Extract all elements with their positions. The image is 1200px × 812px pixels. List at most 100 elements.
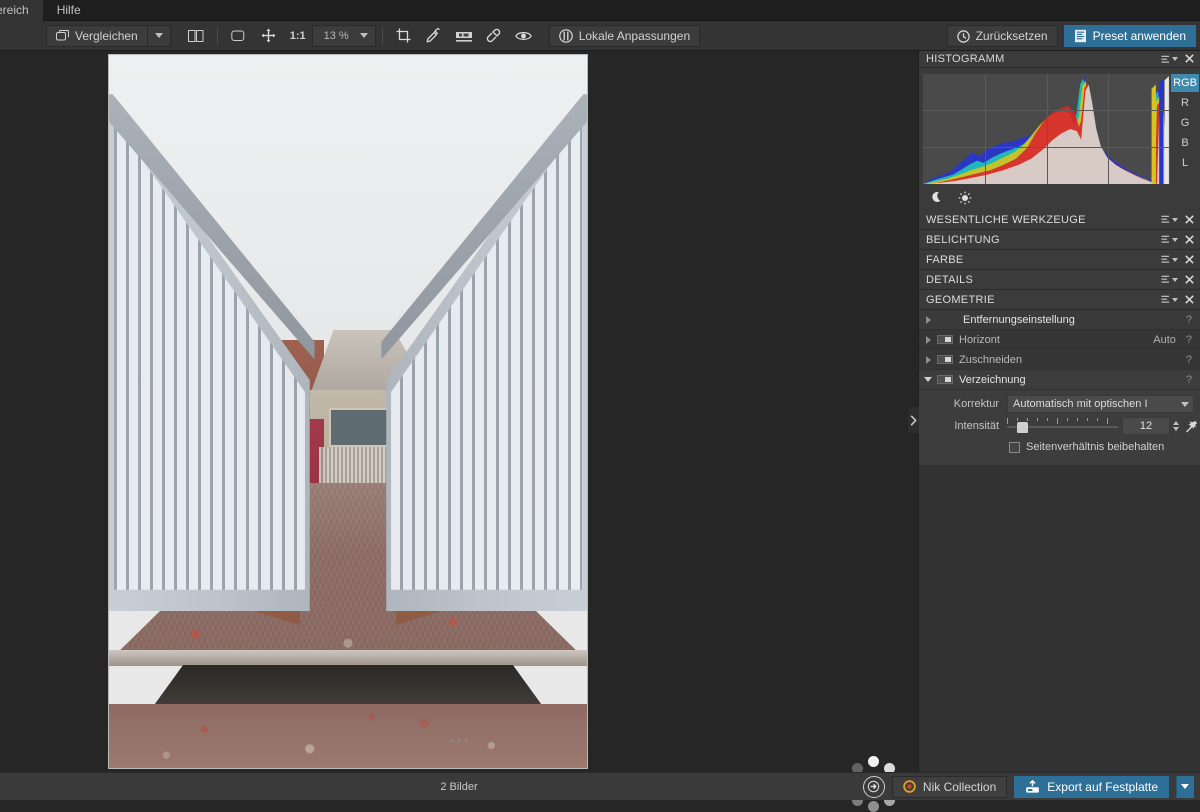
geometry-row-crop[interactable]: Zuschneiden ?	[919, 350, 1200, 370]
repair-tool-button[interactable]	[449, 24, 479, 48]
eraser-icon	[486, 28, 501, 43]
distortion-controls: Korrektur Automatisch mit optischen I In…	[919, 390, 1200, 465]
intensity-value-input[interactable]: 12	[1122, 417, 1170, 435]
local-adjustments-button[interactable]: Lokale Anpassungen	[548, 24, 701, 47]
histogram-close-button[interactable]	[1185, 52, 1194, 66]
histogram-plot	[923, 74, 1170, 184]
close-icon	[1185, 274, 1194, 284]
section-geometry[interactable]: GEOMETRIE	[919, 290, 1200, 310]
reset-button[interactable]: Zurücksetzen	[946, 25, 1058, 47]
help-icon[interactable]: ?	[1186, 354, 1192, 366]
zoom-level-value: 13 %	[323, 29, 349, 42]
chevron-down-icon	[1172, 217, 1178, 222]
horizon-auto-button[interactable]: Auto	[1153, 334, 1176, 346]
geometry-row-distortion[interactable]: Verzeichnung ?	[919, 370, 1200, 390]
section-color[interactable]: FARBE	[919, 250, 1200, 270]
compare-dropdown-button[interactable]	[148, 26, 170, 46]
keep-aspect-checkbox[interactable]	[1009, 441, 1020, 453]
local-adjustments-label: Lokale Anpassungen	[578, 28, 691, 43]
zoom-level-select[interactable]: 13 %	[311, 24, 376, 47]
section-close-button[interactable]	[1185, 233, 1194, 247]
expand-arrow[interactable]	[919, 315, 937, 324]
crop-tool-button[interactable]	[389, 24, 419, 48]
geometry-row-label: Entfernungseinstellung	[963, 313, 1075, 326]
highlight-clipping-button[interactable]	[958, 191, 972, 208]
panel-menu-icon	[1161, 255, 1169, 263]
geometry-row-horizon[interactable]: Horizont Auto ?	[919, 330, 1200, 350]
section-close-button[interactable]	[1185, 253, 1194, 267]
drag-handle-icon	[457, 739, 461, 742]
export-options-button[interactable]	[1176, 775, 1194, 798]
menu-item-workspace[interactable]: ereich	[0, 0, 43, 21]
menu-item-help[interactable]: Hilfe	[43, 0, 95, 21]
help-icon[interactable]: ?	[1186, 334, 1192, 346]
histogram-channel-r[interactable]: R	[1171, 94, 1199, 112]
histogram-menu-button[interactable]	[1161, 55, 1178, 64]
image-canvas[interactable]	[0, 51, 918, 812]
histogram-grid	[923, 74, 1170, 184]
preview-toggle-button[interactable]	[509, 24, 539, 48]
section-exposure[interactable]: BELICHTUNG	[919, 230, 1200, 250]
section-close-button[interactable]	[1185, 213, 1194, 227]
auto-intensity-button[interactable]	[1182, 420, 1200, 433]
collapse-arrow[interactable]	[919, 377, 937, 382]
expand-arrow[interactable]	[919, 355, 937, 364]
drag-handle-icon	[450, 739, 454, 742]
keep-aspect-row[interactable]: Seitenverhältnis beibehalten	[919, 437, 1200, 457]
compare-button[interactable]: Vergleichen	[47, 26, 147, 46]
intensity-stepper[interactable]	[1170, 421, 1182, 431]
shadow-clipping-button[interactable]	[931, 191, 944, 207]
pan-button[interactable]	[254, 24, 284, 48]
nik-collection-button[interactable]: Nik Collection	[891, 775, 1008, 798]
chevron-down-icon	[1181, 401, 1189, 407]
present-arrow-icon	[868, 780, 880, 793]
eyedropper-tool-button[interactable]	[419, 24, 449, 48]
section-menu-button[interactable]	[1161, 235, 1178, 244]
toolbar-separator	[216, 26, 218, 45]
section-close-button[interactable]	[1185, 293, 1194, 307]
split-view-icon	[187, 29, 204, 42]
geometry-row-distance-setting[interactable]: Entfernungseinstellung ?	[919, 310, 1200, 330]
help-icon[interactable]: ?	[1186, 374, 1192, 386]
geometry-row-right: Auto ?	[1153, 334, 1192, 346]
toolbar-right-group: Zurücksetzen Preset anwenden	[946, 21, 1196, 51]
intensity-slider[interactable]	[1007, 416, 1118, 436]
crop-toggle[interactable]	[937, 355, 953, 364]
chevron-down-icon	[1172, 57, 1178, 61]
histogram-channel-l[interactable]: L	[1171, 154, 1199, 172]
distortion-toggle[interactable]	[937, 375, 953, 384]
apply-preset-button[interactable]: Preset anwenden	[1063, 25, 1196, 47]
eye-preview-icon	[515, 31, 533, 40]
fit-screen-button[interactable]	[224, 24, 254, 48]
section-close-button[interactable]	[1185, 273, 1194, 287]
compare-button-group: Vergleichen	[46, 24, 171, 47]
section-menu-button[interactable]	[1161, 255, 1178, 264]
correction-select[interactable]: Automatisch mit optischen I	[1007, 395, 1194, 413]
apply-preset-label: Preset anwenden	[1092, 29, 1186, 43]
filmstrip-drag-handle[interactable]	[450, 739, 468, 742]
section-details[interactable]: DETAILS	[919, 270, 1200, 290]
photo-preview[interactable]	[108, 54, 588, 769]
section-essential-tools[interactable]: WESENTLICHE WERKZEUGE	[919, 210, 1200, 230]
panel-collapse-button[interactable]	[907, 406, 919, 434]
section-menu-button[interactable]	[1161, 295, 1178, 304]
chevron-down-icon	[1172, 257, 1178, 262]
histogram-channel-g[interactable]: G	[1171, 114, 1199, 132]
expand-arrow[interactable]	[919, 335, 937, 344]
histogram-channel-b[interactable]: B	[1171, 134, 1199, 152]
slider-handle[interactable]	[1016, 422, 1028, 433]
help-icon[interactable]: ?	[1186, 314, 1192, 326]
histogram-header[interactable]: HISTOGRAMM	[919, 51, 1200, 68]
eraser-tool-button[interactable]	[479, 24, 509, 48]
zoom-1to1-button[interactable]: 1:1	[284, 30, 312, 42]
history-reset-icon	[956, 29, 970, 43]
export-button[interactable]: Export auf Festplatte	[1014, 775, 1169, 798]
split-view-button[interactable]	[181, 24, 211, 48]
nik-collection-icon	[903, 780, 916, 793]
section-menu-button[interactable]	[1161, 215, 1178, 224]
fullscreen-button[interactable]	[862, 775, 885, 798]
section-menu-button[interactable]	[1161, 275, 1178, 284]
histogram-channel-rgb[interactable]: RGB	[1171, 74, 1199, 92]
photo-deck-edge	[109, 650, 587, 667]
horizon-toggle[interactable]	[937, 335, 953, 344]
